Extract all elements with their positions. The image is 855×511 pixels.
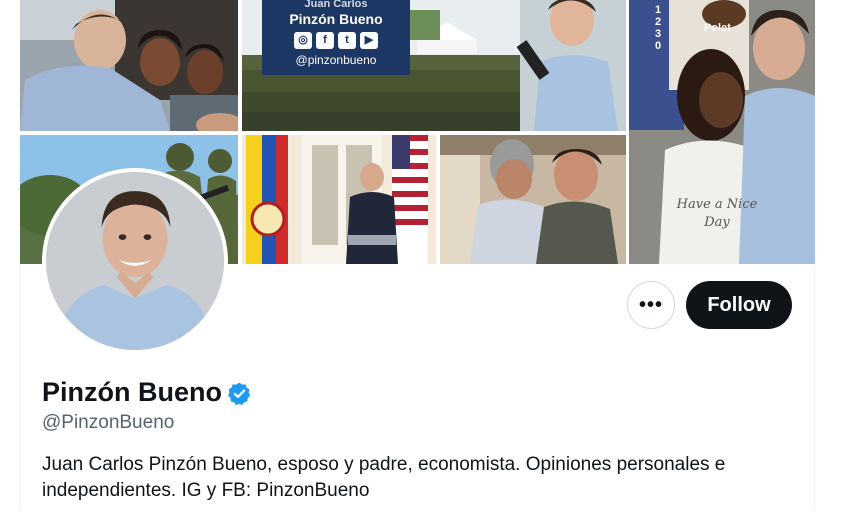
banner-photo-podium — [242, 135, 436, 264]
profile-bio: Juan Carlos Pinzón Bueno, esposo y padre… — [42, 454, 726, 501]
follow-button[interactable]: Follow — [686, 281, 792, 329]
profile-username: @PinzonBueno — [42, 412, 175, 433]
banner-photo-hug — [440, 135, 626, 264]
facebook-icon: f — [316, 32, 334, 49]
banner-sign-brand: Polet — [704, 22, 731, 34]
verified-badge-icon — [227, 380, 252, 405]
instagram-icon: ◎ — [294, 32, 312, 49]
banner-photo-car-children — [20, 0, 238, 131]
banner-shirt-text: Have a Nice Day — [676, 197, 758, 230]
banner-sign-number: 1230 — [655, 4, 662, 52]
profile-avatar[interactable] — [42, 168, 228, 354]
banner-photo-army-crowd: Juan Carlos Pinzón Bueno ◎ f t ▶ @pinzon… — [242, 0, 626, 131]
overlay-name: Pinzón Bueno — [289, 11, 383, 27]
overlay-top-text: Juan Carlos — [304, 0, 368, 10]
profile-display-name: Pinzón Bueno — [42, 375, 252, 409]
youtube-icon: ▶ — [360, 32, 378, 49]
overlay-social-icons: ◎ f t ▶ — [262, 32, 410, 49]
more-options-button[interactable]: ••• — [627, 281, 675, 329]
social-overlay: Juan Carlos Pinzón Bueno ◎ f t ▶ @pinzon… — [262, 0, 410, 75]
display-name-text: Pinzón Bueno — [42, 377, 222, 407]
banner-photo-embrace: 1230 Polet Have a Nice Day — [629, 0, 815, 264]
twitter-icon: t — [338, 32, 356, 49]
overlay-handle: @pinzonbueno — [295, 53, 377, 67]
